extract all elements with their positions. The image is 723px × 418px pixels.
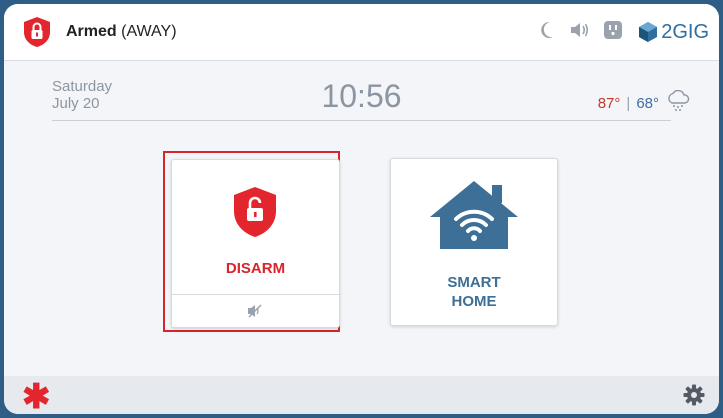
asterisk-icon[interactable]: ✱ [22,380,51,414]
speaker-icon[interactable] [569,21,589,44]
outlet-icon[interactable] [603,20,623,45]
moon-icon[interactable] [537,20,555,45]
weather-widget[interactable]: 87° | 68° [597,89,691,116]
disarm-tile-divider [172,294,339,295]
temp-high: 87° [597,94,621,112]
brand-logo: 2GIG [637,21,709,44]
arm-mode: (AWAY) [121,23,177,40]
top-icon-group: 2GIG [537,18,709,46]
info-row: Saturday July 20 10:56 87° | 68° [4,60,719,122]
armed-shield-icon[interactable] [22,16,52,53]
temp-low: 68° [636,94,659,112]
smart-home-tile[interactable]: SMART HOME [390,158,558,326]
smart-home-label-line1: SMART [447,274,501,291]
mute-icon[interactable] [246,303,264,324]
disarm-tile[interactable]: DISARM [171,159,340,328]
smart-home-label: SMART HOME [391,273,557,311]
brand-name: 2GIG [661,20,709,43]
brand-cube-icon [639,22,658,42]
arm-state: Armed [66,23,117,40]
disarm-label: DISARM [225,260,286,277]
smart-home-label-line2: HOME [451,293,497,310]
gear-icon[interactable] [683,384,705,411]
arm-status[interactable]: Armed (AWAY) [66,23,177,41]
panel-screen: Armed (AWAY) 2GIG Saturday July 20 10:56… [4,4,719,414]
bottom-bar: ✱ [4,376,719,414]
snow-cloud-icon [665,89,691,116]
temp-separator: | [626,94,631,112]
info-divider [52,120,671,121]
house-wifi-icon [426,179,522,256]
shield-unlock-icon [232,186,278,243]
top-bar: Armed (AWAY) 2GIG [4,4,719,61]
